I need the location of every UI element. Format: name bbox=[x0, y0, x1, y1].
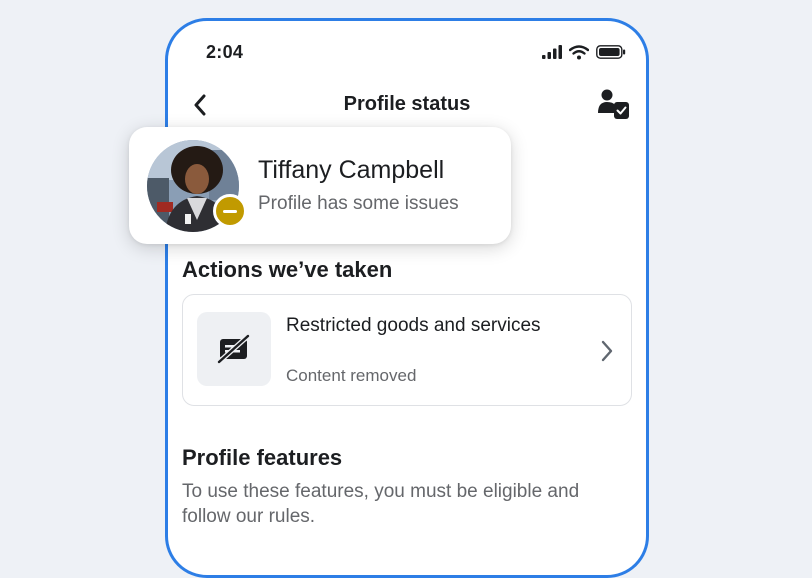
chevron-right-icon bbox=[595, 337, 619, 365]
account-status-button[interactable] bbox=[596, 87, 632, 121]
action-title: Restricted goods and services bbox=[286, 315, 541, 336]
features-description: To use these features, you must be eligi… bbox=[182, 481, 580, 527]
status-bar: 2:04 bbox=[168, 21, 646, 83]
action-item-restricted-goods[interactable]: Restricted goods and services Content re… bbox=[182, 294, 632, 406]
wifi-icon bbox=[569, 44, 589, 59]
features-heading: Profile features bbox=[182, 445, 343, 470]
status-icons bbox=[542, 44, 626, 60]
profile-status-text: Profile has some issues bbox=[258, 193, 459, 214]
page-title: Profile status bbox=[343, 93, 471, 115]
nav-bar: Profile status bbox=[168, 81, 646, 131]
action-subtitle: Content removed bbox=[286, 366, 417, 385]
actions-heading: Actions we’ve taken bbox=[182, 257, 393, 282]
account-check-icon bbox=[598, 89, 629, 119]
signal-icon bbox=[542, 45, 562, 59]
phone-frame: 2:04 Profile status Actions we’ve taken … bbox=[165, 18, 649, 578]
warning-status-icon bbox=[213, 194, 247, 228]
action-thumbnail bbox=[197, 312, 271, 386]
restricted-goods-icon bbox=[217, 334, 250, 364]
battery-icon bbox=[596, 45, 626, 59]
profile-status-card: Tiffany Campbell Profile has some issues bbox=[129, 127, 511, 244]
profile-name: Tiffany Campbell bbox=[258, 156, 445, 184]
status-time: 2:04 bbox=[206, 41, 244, 62]
